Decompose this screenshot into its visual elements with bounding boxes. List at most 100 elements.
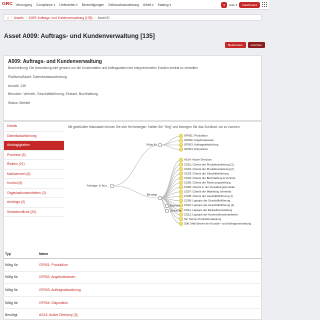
row-name-link[interactable]: GP001: Produktion bbox=[39, 263, 68, 267]
table-row: Nötig für GP002: Angebotswesen bbox=[3, 272, 262, 285]
dashboard-button[interactable]: Dashboard bbox=[239, 1, 260, 8]
row-type: Nötig für bbox=[5, 287, 18, 292]
breadcrumb-item[interactable]: Assets bbox=[14, 16, 24, 20]
dependency-graph-area: Mit gedrückter Maustaste können Sie sich… bbox=[68, 122, 260, 242]
dependency-node[interactable] bbox=[178, 162, 184, 167]
column-header-name: Name bbox=[39, 252, 49, 256]
tree-link bbox=[159, 182, 182, 199]
page-title: Asset A009: Auftrags- und Kundenverwaltu… bbox=[4, 33, 155, 40]
dependency-node-label: S06: Mail-Server der Kunden- und Auftrag… bbox=[184, 221, 251, 225]
dependency-node-label: AS14: Active Directory bbox=[184, 158, 212, 162]
row-name-link[interactable]: AS14: Active Directory [3] bbox=[39, 313, 77, 317]
dependency-tree[interactable]: GP001: ProduktionGP002: AngebotswesenGP0… bbox=[68, 132, 260, 242]
dependency-node-label: CS09: Laptops der Geschäftsführung bbox=[184, 199, 231, 203]
apps-grid-icon[interactable] bbox=[262, 2, 267, 7]
group-node-requires[interactable] bbox=[157, 195, 163, 201]
dependency-node[interactable] bbox=[178, 171, 184, 176]
tree-link bbox=[111, 144, 161, 187]
tree-link bbox=[159, 144, 182, 150]
sidebar-item-processes[interactable]: Prozesse (5) bbox=[4, 151, 64, 160]
root-node-label: Auftrags- & Kun... bbox=[87, 184, 109, 188]
main-menu: Versorgung Compliance ▾ Lieferanten ▾ Be… bbox=[16, 3, 175, 7]
process-node-label: GP001: Produktion bbox=[184, 134, 208, 138]
sidebar-item-details[interactable]: Details bbox=[4, 122, 64, 132]
sidebar-item-attachments[interactable]: Anhänge (0) bbox=[4, 198, 64, 208]
dependency-node-label: CS07: Clients der Marketing (Vertrieb) bbox=[184, 190, 231, 194]
row-type: Nötig für bbox=[5, 275, 18, 280]
table-row: Benötigt AS14: Active Directory [3] bbox=[3, 309, 262, 320]
dependency-table: Typ Name Nötig für GP001: Produktion Nötig… bbox=[3, 250, 262, 320]
table-header: Typ Name bbox=[3, 250, 262, 259]
nav-item[interactable]: Lieferanten ▾ bbox=[59, 3, 77, 7]
dependency-node[interactable] bbox=[178, 185, 184, 190]
dependency-node[interactable] bbox=[178, 217, 184, 222]
process-node[interactable] bbox=[178, 142, 184, 148]
process-node-label: GP003: Auftragsabwicklung bbox=[184, 143, 219, 147]
root-node[interactable] bbox=[109, 183, 115, 189]
nav-item[interactable]: Katalog ▾ bbox=[158, 3, 171, 7]
dependency-node[interactable] bbox=[178, 194, 184, 199]
nav-item[interactable]: Arbeit ▾ bbox=[143, 3, 154, 7]
process-node[interactable] bbox=[178, 147, 184, 152]
asset-description: Beschreibung: Die Anwendung wird genutzt… bbox=[8, 66, 198, 70]
process-node-label: GP004: Disposition bbox=[184, 147, 208, 151]
breadcrumb-separator: › bbox=[10, 15, 12, 20]
group-node-deleted[interactable] bbox=[164, 208, 170, 214]
dependency-node-label: CS05: Clients der Rechnungsstellung bbox=[184, 180, 231, 184]
nav-item[interactable]: Berechtigungen bbox=[82, 3, 104, 7]
asset-title: A009: Auftrags- und Kundenverwaltung bbox=[8, 59, 102, 65]
table-row: Nötig für GP004: Disposition bbox=[3, 297, 262, 310]
process-node[interactable] bbox=[178, 138, 184, 143]
process-node[interactable] bbox=[178, 133, 184, 139]
sidebar-item-org-units[interactable]: Organisationseinheiten (3) bbox=[4, 189, 64, 198]
nav-item[interactable]: Gebrauchsanweisung bbox=[108, 3, 139, 7]
row-name-link[interactable]: GP003: Auftragsabwicklung bbox=[39, 288, 81, 292]
home-icon[interactable]: ⌂ bbox=[7, 16, 9, 20]
group-label: Bedroht bbox=[170, 204, 180, 208]
dependency-node[interactable] bbox=[178, 189, 184, 194]
row-type: Nötig für bbox=[5, 300, 18, 305]
nav-item[interactable]: Versorgung bbox=[16, 3, 32, 7]
dependency-node-label: CS12: Laptops der Aussendienstmitarbeite… bbox=[184, 212, 238, 216]
dependency-node[interactable] bbox=[178, 212, 184, 217]
dependency-node[interactable] bbox=[178, 157, 184, 163]
breadcrumb-item: Asset-ID bbox=[97, 15, 110, 20]
row-name-link[interactable]: GP004: Disposition bbox=[39, 301, 68, 305]
sidebar-item-dependencies[interactable]: Abhängigkeiten bbox=[4, 141, 64, 151]
detail-sidebar: Details Datenklassifizierung Abhängigkei… bbox=[4, 122, 64, 217]
sidebar-item-data-classification[interactable]: Datenklassifizierung bbox=[4, 132, 64, 141]
dependency-node-label: CS11: Laptops der Einkaufsverwaltung bbox=[184, 208, 233, 212]
dependency-node[interactable] bbox=[178, 167, 184, 172]
dependency-node[interactable] bbox=[178, 198, 184, 203]
app-logo[interactable]: GRC bbox=[2, 2, 13, 7]
group-node-threatened[interactable] bbox=[164, 203, 170, 209]
column-header-type: Typ bbox=[5, 252, 11, 256]
dependency-node-label: CS08: Clients der Geschäftsführung [1] bbox=[184, 194, 233, 198]
graph-hint: Mit gedrückter Maustaste können Sie sich… bbox=[68, 125, 241, 129]
asset-summary-card: A009: Auftrags- und Kundenverwaltung Bes… bbox=[3, 55, 262, 121]
delete-button[interactable]: Löschen bbox=[247, 42, 265, 48]
help-menu[interactable]: Hilfe ▾ bbox=[229, 3, 237, 7]
sidebar-item-risks[interactable]: Risiken (21) bbox=[4, 160, 64, 170]
breadcrumb-separator: › bbox=[25, 15, 27, 20]
dependency-node-label: CS01: Clients der Produktionsleitung [1] bbox=[184, 162, 234, 166]
top-right-controls: 3 Hilfe ▾ Dashboard bbox=[221, 1, 267, 8]
notification-badge[interactable]: 3 bbox=[221, 1, 227, 8]
row-name-link[interactable]: GP002: Angebotswesen bbox=[39, 275, 75, 279]
breadcrumb-separator: › bbox=[94, 15, 96, 20]
group-label: Benötigt bbox=[147, 193, 157, 197]
asset-platform: Plattform/Asset: Datenbankanwendung bbox=[8, 75, 67, 79]
process-node-label: GP002: Angebotswesen bbox=[184, 138, 214, 142]
dependency-node-label: CS10: Laptops der Geschäftsführung [1] bbox=[184, 203, 234, 207]
sidebar-item-controls[interactable]: Kontrol (6) bbox=[4, 179, 64, 189]
dependency-node[interactable] bbox=[178, 180, 184, 185]
sidebar-item-owners[interactable]: Verantwortliche (20) bbox=[4, 208, 64, 217]
nav-item[interactable]: Compliance ▾ bbox=[36, 3, 55, 7]
edit-button[interactable]: Bearbeiten bbox=[225, 42, 246, 48]
sidebar-item-measures[interactable]: Maßnahmen (6) bbox=[4, 170, 64, 179]
dependency-node[interactable] bbox=[178, 176, 184, 181]
group-node-needed-for[interactable] bbox=[157, 142, 163, 148]
breadcrumb-item[interactable]: A009: Auftrags- und Kundenverwaltung (13… bbox=[29, 16, 93, 20]
dependency-node[interactable] bbox=[178, 221, 184, 226]
table-row: Nötig für GP001: Produktion bbox=[3, 259, 262, 272]
